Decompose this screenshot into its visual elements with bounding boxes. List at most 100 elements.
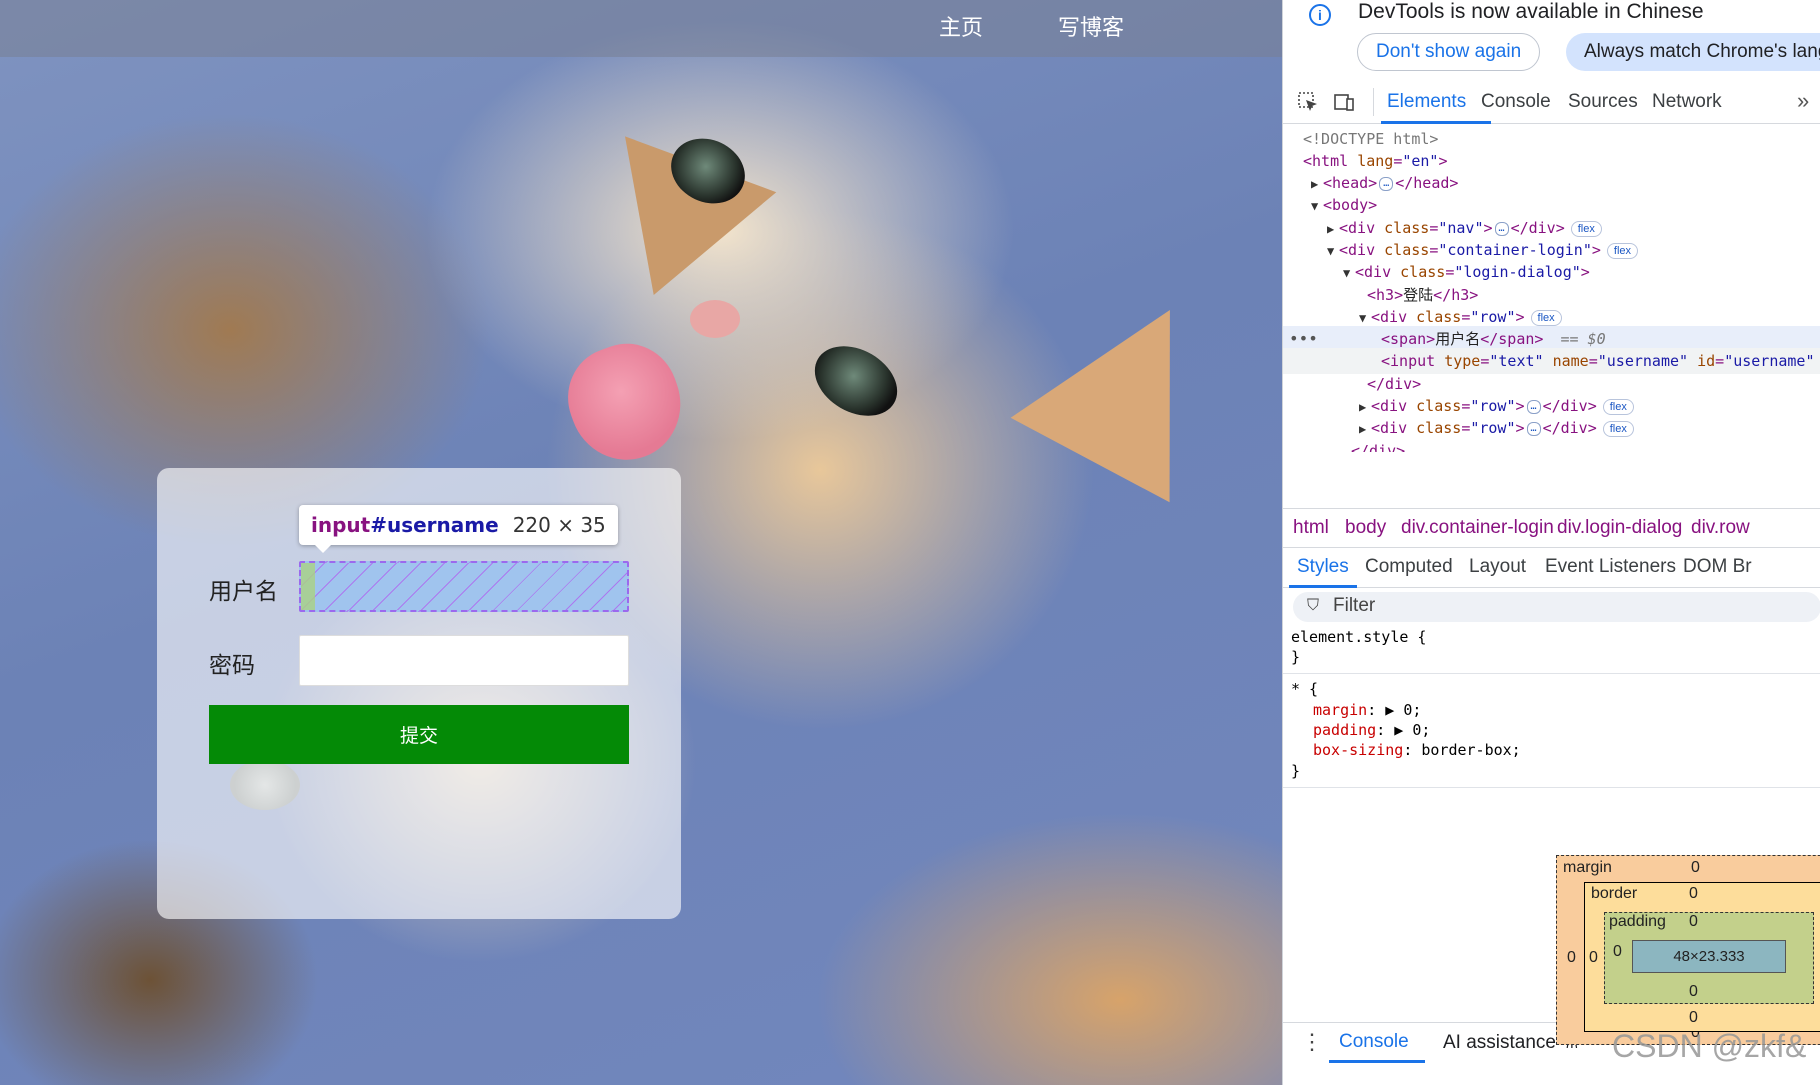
expand-shorthand-icon[interactable]: ▶ [1394, 721, 1403, 739]
top-nav: 主页 写博客 [0, 0, 1282, 57]
collapsed-ellipsis[interactable]: … [1494, 221, 1509, 236]
nav-class-value: "nav" [1438, 219, 1484, 237]
dom-breadcrumb: html body div.container-login div.login-… [1283, 508, 1820, 548]
toolbar-divider [1373, 88, 1374, 116]
rule-divider [1283, 673, 1820, 674]
submit-button[interactable]: 提交 [209, 705, 629, 764]
tooltip-id: #username [370, 513, 499, 537]
dont-show-again-button[interactable]: Don't show again [1357, 33, 1541, 71]
element-style-selector[interactable]: element.style { [1291, 628, 1426, 646]
body-open-tag: <body> [1323, 196, 1378, 214]
collapsed-ellipsis[interactable]: … [1526, 421, 1541, 436]
margin-top-value: 0 [1691, 859, 1700, 876]
breadcrumb-body[interactable]: body [1345, 517, 1386, 539]
username-label: 用户名 [209, 579, 278, 605]
box-model-diagram: margin 0 0 0 border 0 0 0 padding 0 0 0 … [1556, 855, 1820, 1045]
margin-label: margin [1563, 859, 1612, 876]
tab-network[interactable]: Network [1652, 91, 1722, 113]
box-sizing-declaration[interactable]: box-sizing: border-box; [1313, 741, 1521, 759]
password-input[interactable] [299, 635, 629, 686]
collapsed-ellipsis[interactable]: … [1526, 399, 1541, 414]
filter-icon: ⛉ [1307, 597, 1320, 614]
breadcrumb-html[interactable]: html [1293, 517, 1329, 539]
inspect-element-icon[interactable] [1297, 91, 1319, 113]
cat-ear-decoration [1010, 267, 1250, 503]
flex-badge[interactable]: flex [1602, 420, 1634, 437]
margin-value: 0; [1403, 701, 1422, 719]
nav-link-write-blog[interactable]: 写博客 [1058, 10, 1124, 42]
universal-selector[interactable]: * { [1291, 680, 1318, 698]
expand-shorthand-icon[interactable]: ▶ [1385, 701, 1394, 719]
rule-divider [1283, 787, 1820, 788]
tab-styles[interactable]: Styles [1297, 556, 1349, 578]
password-label: 密码 [209, 653, 255, 679]
collapsed-ellipsis[interactable]: … [1379, 176, 1394, 191]
infobar-text: DevTools is now available in Chinese [1358, 0, 1704, 23]
padding-label: padding [1609, 913, 1666, 930]
drawer-menu-icon[interactable]: ⋮ [1301, 1029, 1323, 1055]
cat-eye-decoration [802, 332, 910, 430]
tab-computed[interactable]: Computed [1365, 556, 1453, 578]
nav-link-home[interactable]: 主页 [939, 10, 983, 42]
flex-badge[interactable]: flex [1570, 220, 1602, 237]
flex-badge[interactable]: flex [1530, 309, 1562, 326]
border-bottom-value: 0 [1689, 1009, 1698, 1026]
padding-property: padding [1313, 721, 1377, 739]
input-name-value: "username" [1597, 352, 1689, 370]
filter-placeholder: Filter [1333, 595, 1376, 616]
tooltip-tag: input [311, 513, 371, 537]
cat-nose-decoration [690, 300, 740, 338]
breadcrumb-container-login[interactable]: div.container-login [1401, 517, 1554, 539]
margin-property: margin [1313, 701, 1368, 719]
styles-filter-input[interactable]: ⛉ Filter [1293, 592, 1820, 622]
row-class-value: "row" [1470, 308, 1516, 326]
tab-dom-breakpoints[interactable]: DOM Br [1683, 556, 1752, 578]
html-tag: <html [1303, 152, 1349, 170]
padding-bottom-value: 0 [1689, 983, 1698, 1000]
username-input[interactable] [299, 561, 629, 612]
inspect-tooltip: input #username 220 × 35 [299, 505, 618, 553]
span-text: 用户名 [1435, 330, 1481, 348]
info-icon: i [1309, 4, 1331, 26]
always-match-language-button[interactable]: Always match Chrome's lang [1566, 33, 1820, 71]
flex-badge[interactable]: flex [1602, 398, 1634, 415]
head-close-tag: </head> [1395, 174, 1459, 192]
csdn-watermark: CSDN @zkf& [1612, 1028, 1807, 1064]
padding-highlight [301, 563, 315, 610]
cat-tongue-decoration [553, 329, 697, 476]
padding-left-value: 0 [1613, 943, 1622, 960]
box-model-content-size[interactable]: 48×23.333 [1632, 940, 1786, 973]
drawer-active-indicator [1329, 1060, 1425, 1063]
row-class-value: "row" [1470, 419, 1516, 437]
tab-elements[interactable]: Elements [1387, 91, 1466, 113]
cat-ear-decoration [563, 84, 777, 296]
device-toolbar-icon[interactable] [1333, 91, 1355, 113]
active-tab-indicator [1381, 121, 1491, 124]
padding-declaration[interactable]: padding: ▶ 0; [1313, 721, 1430, 739]
tab-layout[interactable]: Layout [1469, 556, 1526, 578]
selected-marker: == $0 [1560, 330, 1606, 348]
box-sizing-value: border-box; [1421, 741, 1521, 759]
breadcrumb-login-dialog[interactable]: div.login-dialog [1557, 517, 1682, 539]
input-id-value: "username" [1724, 352, 1815, 370]
html-attr: lang [1357, 152, 1394, 170]
dom-node-dialog-close[interactable]: </div> [1283, 438, 1820, 452]
html-attr-value: "en" [1402, 152, 1439, 170]
drawer-tab-console[interactable]: Console [1339, 1031, 1409, 1053]
margin-left-value: 0 [1567, 949, 1576, 966]
tooltip-size: 220 × 35 [512, 513, 606, 537]
head-open-tag: <head> [1323, 174, 1378, 192]
tab-console[interactable]: Console [1481, 91, 1551, 113]
breadcrumb-row[interactable]: div.row [1691, 517, 1750, 539]
row-class-value: "row" [1470, 397, 1516, 415]
border-left-value: 0 [1589, 949, 1598, 966]
container-class-value: "container-login" [1438, 241, 1592, 259]
padding-value: 0; [1412, 721, 1431, 739]
rule-close-brace: } [1291, 648, 1301, 666]
more-tabs-icon[interactable]: » [1797, 88, 1809, 114]
doctype-text: <!DOCTYPE html> [1303, 130, 1439, 148]
margin-declaration[interactable]: margin: ▶ 0; [1313, 701, 1421, 719]
tab-event-listeners[interactable]: Event Listeners [1545, 556, 1676, 578]
flex-badge[interactable]: flex [1606, 242, 1639, 259]
tab-sources[interactable]: Sources [1568, 91, 1638, 113]
